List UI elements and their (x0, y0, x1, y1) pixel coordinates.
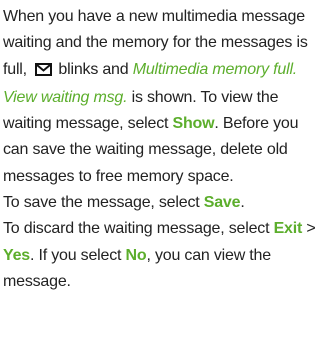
softkey-show: Show (172, 115, 215, 133)
text: blinks and (58, 60, 129, 78)
text: . If you select (30, 246, 122, 264)
text: . (240, 194, 245, 212)
softkey-exit: Exit (273, 220, 303, 238)
softkey-save: Save (203, 194, 241, 212)
paragraph-memory-full: When you have a new multimedia message w… (3, 4, 319, 190)
text: To discard the waiting message, select (3, 220, 270, 238)
option-no: No (125, 246, 147, 264)
instruction-text: When you have a new multimedia message w… (3, 4, 319, 295)
text: To save the message, select (3, 194, 200, 212)
paragraph-discard: To discard the waiting message, select E… (3, 216, 319, 295)
option-yes: Yes (3, 246, 30, 264)
envelope-icon (35, 59, 53, 85)
menu-separator: > (306, 220, 316, 238)
paragraph-save: To save the message, select Save. (3, 190, 319, 216)
